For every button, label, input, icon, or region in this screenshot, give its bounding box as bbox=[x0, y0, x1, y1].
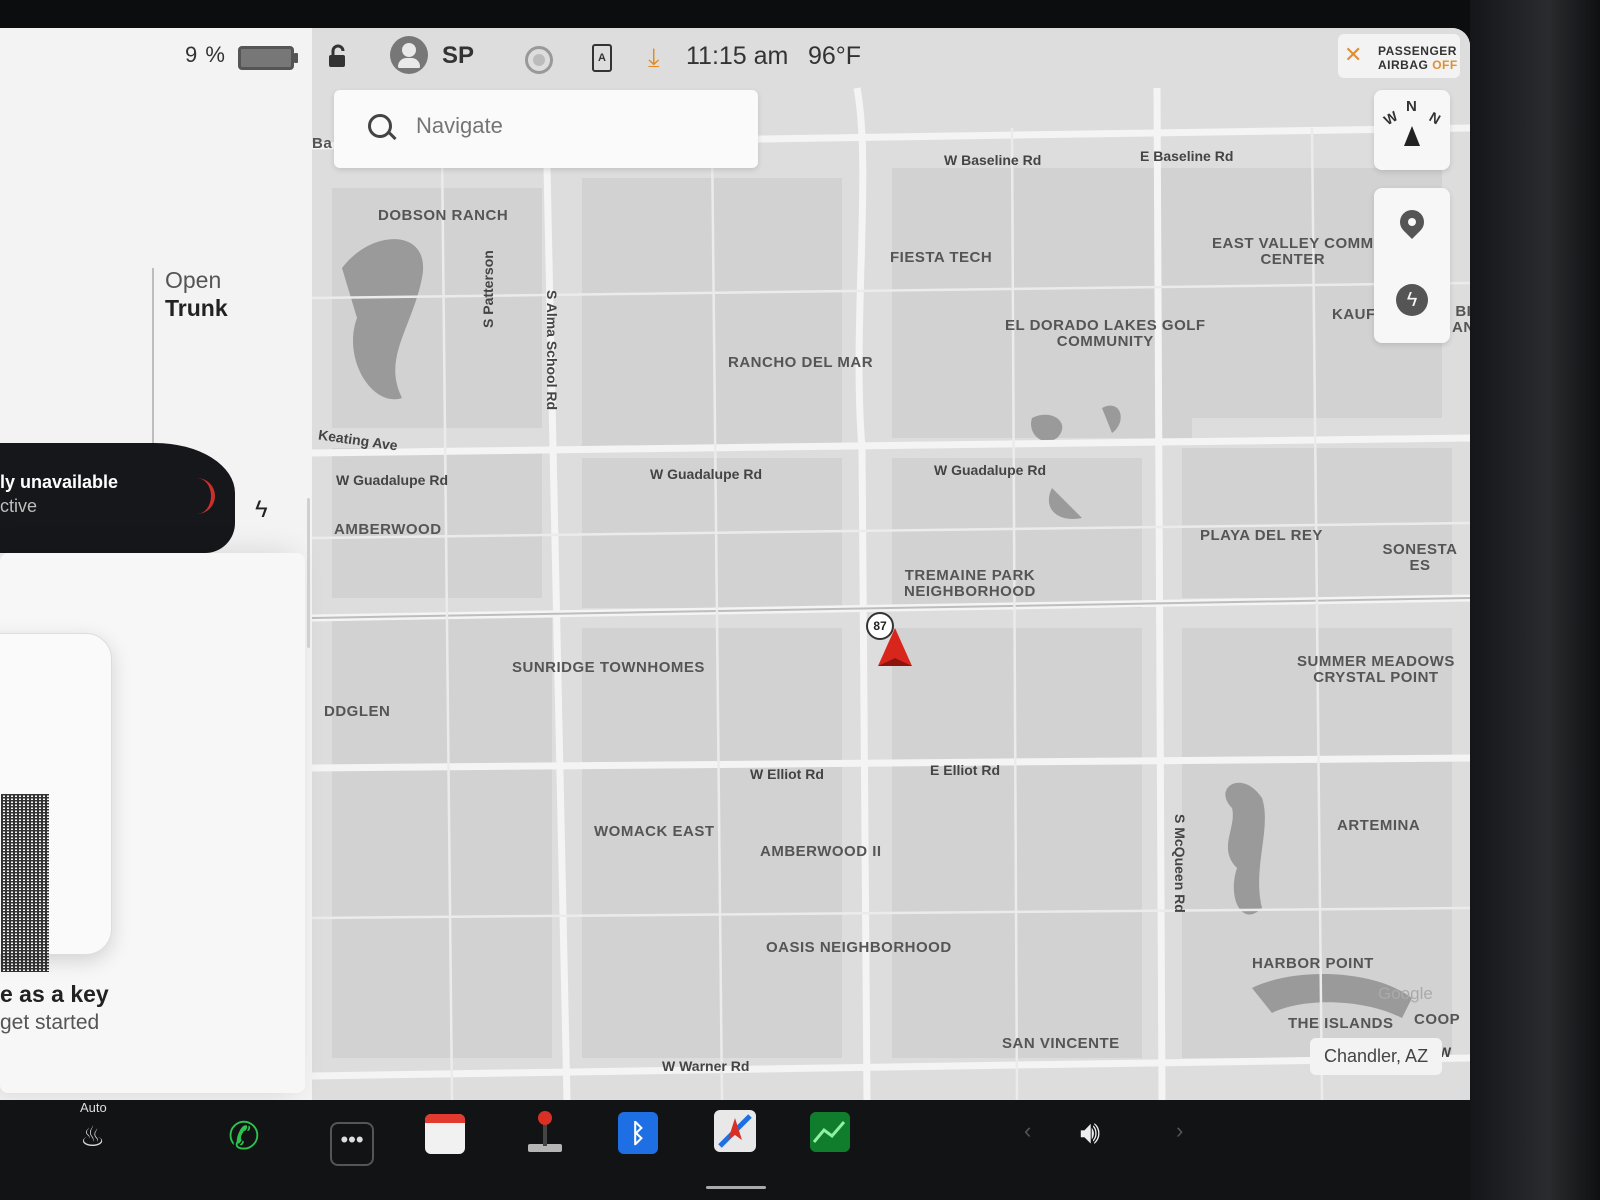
charging-station-icon[interactable]: ϟ bbox=[1396, 284, 1428, 316]
place-label: SONESTA ES bbox=[1382, 541, 1458, 574]
place-label: Ba bbox=[312, 135, 333, 152]
phone-key-card[interactable]: e as a key get started bbox=[0, 553, 305, 1093]
qr-code-icon bbox=[1, 794, 49, 972]
unlock-icon[interactable] bbox=[325, 44, 351, 70]
energy-app-icon[interactable] bbox=[810, 1112, 850, 1152]
map-pin-icon[interactable] bbox=[1395, 205, 1429, 239]
google-attribution: Google bbox=[1378, 984, 1433, 1003]
panel-scrollbar[interactable] bbox=[307, 498, 310, 648]
outside-temperature: 96°F bbox=[808, 42, 862, 70]
toybox-icon[interactable] bbox=[520, 1106, 570, 1156]
phone-icon[interactable]: ✆ bbox=[228, 1114, 260, 1159]
sentry-mode-icon[interactable] bbox=[525, 46, 553, 74]
feature-notice: ly unavailable ctive bbox=[0, 470, 118, 518]
more-apps-icon[interactable]: ••• bbox=[330, 1122, 374, 1166]
volume-icon[interactable]: 🔊︎ bbox=[1080, 1114, 1100, 1152]
dashcam-icon[interactable]: A bbox=[592, 44, 612, 72]
bluetooth-icon[interactable]: ᛒ bbox=[618, 1112, 658, 1154]
place-label: EL DORADO LAKES GOLF COMMUNITY bbox=[1005, 317, 1206, 350]
open-trunk-button[interactable]: Open Trunk bbox=[165, 266, 228, 322]
software-update-icon[interactable]: ⤓ bbox=[648, 42, 660, 74]
driver-profile-name[interactable]: SP bbox=[442, 42, 474, 70]
driver-profile-icon[interactable] bbox=[390, 36, 428, 74]
place-label: SAN VINCENTE bbox=[1002, 1035, 1120, 1052]
notice-line2: ctive bbox=[0, 496, 38, 516]
screen-bezel bbox=[1470, 0, 1600, 1200]
calendar-icon[interactable] bbox=[425, 1114, 465, 1154]
place-label: WOMACK EAST bbox=[594, 823, 715, 840]
road-label: W Warner Rd bbox=[662, 1058, 750, 1074]
seat-heater-icon[interactable]: ♨ bbox=[80, 1120, 105, 1153]
place-label: RANCHO DEL MAR bbox=[728, 354, 874, 371]
place-label: FIESTA TECH bbox=[890, 249, 993, 266]
map-tools-panel: ϟ bbox=[1374, 188, 1450, 343]
road-label: S Patterson bbox=[480, 250, 496, 328]
phone-key-title: e as a key bbox=[0, 981, 109, 1007]
active-app-indicator bbox=[706, 1186, 766, 1189]
place-label: AMBERWOOD II bbox=[760, 843, 882, 860]
volume-down-chevron-icon[interactable]: ‹ bbox=[1024, 1118, 1031, 1144]
navigation-app-icon[interactable] bbox=[714, 1110, 756, 1152]
compass-north-label: N bbox=[1406, 98, 1417, 115]
vehicle-panel: 9 % Open Trunk ly unavailable ctive ϟ e … bbox=[0, 28, 312, 1100]
place-label: DOBSON RANCH bbox=[378, 207, 509, 224]
place-label: SUNRIDGE TOWNHOMES bbox=[512, 659, 705, 676]
trunk-label-line1: Open bbox=[165, 267, 222, 293]
place-label: PLAYA DEL REY bbox=[1200, 527, 1323, 544]
place-label: COOP bbox=[1414, 1011, 1461, 1028]
car-position-marker bbox=[878, 628, 912, 666]
map-view[interactable]: DOBSON RANCH FIESTA TECH EAST VALLEY COM… bbox=[312, 28, 1470, 1100]
phone-illustration bbox=[0, 633, 112, 972]
compass-button[interactable]: W N N bbox=[1374, 90, 1450, 170]
battery-icon bbox=[238, 46, 298, 70]
phone-key-subtitle: get started bbox=[0, 1011, 100, 1034]
compass-west-label: W bbox=[1380, 107, 1401, 129]
charge-port-icon[interactable]: ϟ bbox=[255, 496, 268, 524]
road-label: W Baseline Rd bbox=[944, 152, 1042, 168]
place-label: BI AN bbox=[1452, 303, 1470, 336]
clock: 11:15 am bbox=[686, 42, 789, 70]
airbag-label-line2: AIRBAG bbox=[1378, 58, 1429, 72]
navigate-search-box[interactable] bbox=[334, 90, 758, 168]
place-label: OASIS NEIGHBORHOOD bbox=[766, 939, 952, 956]
seat-heat-mode: Auto bbox=[80, 1100, 107, 1115]
place-label: ARTEMINA bbox=[1337, 817, 1421, 834]
road-label: W Guadalupe Rd bbox=[934, 462, 1046, 478]
airbag-label-line1: PASSENGER bbox=[1378, 44, 1457, 58]
navigate-search-input[interactable] bbox=[414, 112, 718, 140]
place-label: KAUF bbox=[1332, 306, 1376, 323]
search-icon bbox=[368, 114, 392, 138]
place-label: SUMMER MEADOWS CRYSTAL POINT bbox=[1297, 653, 1455, 686]
trunk-label-line2: Trunk bbox=[165, 295, 228, 321]
road-label: W Guadalupe Rd bbox=[336, 472, 448, 488]
place-label: TREMAINE PARK NEIGHBORHOOD bbox=[904, 567, 1036, 600]
airbag-icon: ✕ bbox=[1344, 42, 1363, 67]
notice-line1: ly unavailable bbox=[0, 472, 119, 492]
road-label: S Alma School Rd bbox=[544, 290, 560, 411]
bottom-dock: Auto ♨ ✆ ••• ᛒ ‹ 🔊︎ › bbox=[0, 1100, 1470, 1200]
road-label: W Guadalupe Rd bbox=[650, 466, 762, 482]
location-badge[interactable]: Chandler, AZ bbox=[1310, 1038, 1443, 1075]
compass-east-label: N bbox=[1426, 108, 1444, 128]
place-label: HARBOR POINT bbox=[1252, 955, 1374, 972]
place-label: AMBERWOOD bbox=[334, 521, 442, 538]
passenger-airbag-indicator: ✕ PASSENGER AIRBAG OFF bbox=[1338, 34, 1460, 78]
place-label: THE ISLANDS bbox=[1288, 1015, 1394, 1032]
road-label: E Elliot Rd bbox=[930, 762, 1000, 778]
place-label: DDGLEN bbox=[324, 703, 391, 720]
volume-up-chevron-icon[interactable]: › bbox=[1176, 1118, 1183, 1144]
road-label: E Baseline Rd bbox=[1140, 148, 1234, 164]
compass-arrow-icon bbox=[1404, 126, 1420, 146]
place-label: EAST VALLEY COMM CENTER bbox=[1212, 235, 1374, 268]
road-label: W Elliot Rd bbox=[750, 766, 824, 782]
road-label: S McQueen Rd bbox=[1172, 814, 1188, 913]
battery-percent: 9 % bbox=[185, 42, 226, 67]
touchscreen: DOBSON RANCH FIESTA TECH EAST VALLEY COM… bbox=[0, 28, 1470, 1100]
airbag-state: OFF bbox=[1432, 58, 1458, 72]
